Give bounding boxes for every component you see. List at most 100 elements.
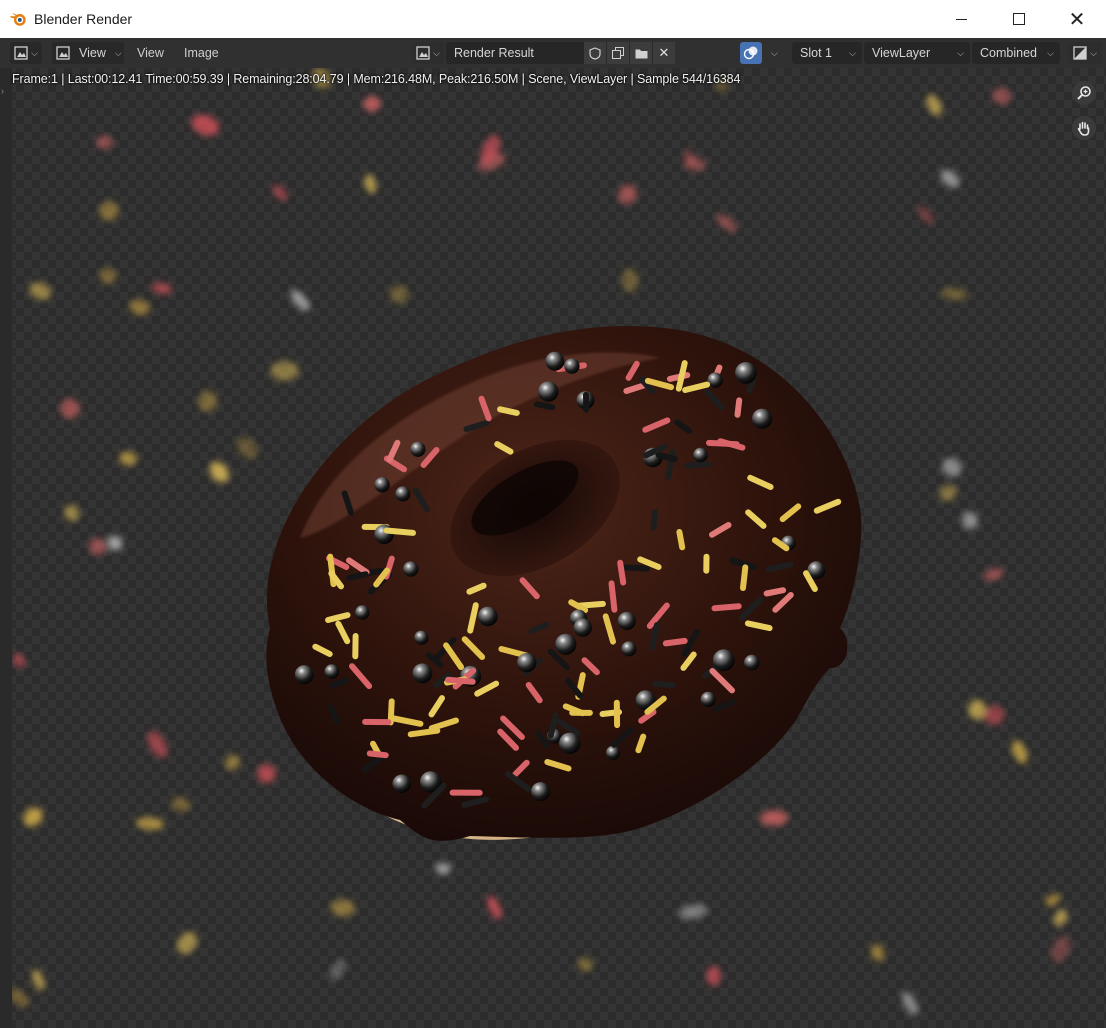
silver-ball-sprinkle: [403, 561, 419, 577]
display-mode-button[interactable]: ⌵: [1068, 42, 1102, 64]
rod-sprinkle: [445, 676, 476, 685]
bokeh-sprinkle: [129, 299, 151, 316]
rod-sprinkle: [366, 750, 389, 759]
bokeh-sprinkle: [942, 457, 962, 477]
maximize-icon: [1013, 13, 1025, 25]
bokeh-sprinkle: [961, 511, 978, 530]
image-view-icon: [56, 46, 70, 60]
close-icon: ✕: [1068, 8, 1086, 31]
bokeh-sprinkle: [901, 991, 919, 1016]
bokeh-sprinkle: [272, 184, 288, 201]
view-layer-dropdown[interactable]: ViewLayer ⌵: [864, 42, 970, 64]
zoom-button[interactable]: [1072, 81, 1096, 105]
display-channels-button[interactable]: ⌵: [740, 42, 778, 64]
view-mode-label: View: [79, 46, 106, 60]
bokeh-sprinkle: [938, 484, 958, 501]
silver-ball-sprinkle: [573, 618, 592, 637]
image-display-icon: [1073, 46, 1087, 60]
rod-sprinkle: [655, 452, 678, 463]
silver-ball-sprinkle: [555, 633, 577, 655]
bokeh-sprinkle: [147, 731, 168, 758]
silver-ball-sprinkle: [545, 351, 565, 371]
minimize-button[interactable]: [932, 0, 990, 38]
render-pass-label: Combined: [980, 46, 1037, 60]
bokeh-sprinkle: [940, 169, 960, 188]
bokeh-sprinkle: [135, 817, 165, 830]
chevron-down-icon: ⌵: [771, 47, 778, 58]
window-titlebar: Blender Render ✕: [0, 0, 1106, 38]
minimize-icon: [955, 18, 967, 20]
silver-ball-sprinkle: [392, 774, 412, 794]
silver-ball-sprinkle: [410, 441, 426, 457]
rod-sprinkle: [652, 681, 676, 689]
render-viewport[interactable]: › Frame:1 | Last:00:12.41 Time:00:59.39 …: [0, 68, 1106, 1028]
silver-ball-sprinkle: [374, 524, 394, 545]
bokeh-sprinkle: [209, 461, 229, 483]
chevron-down-icon: ⌵: [1047, 47, 1054, 58]
silver-ball-sprinkle: [564, 358, 580, 374]
silver-ball-sprinkle: [414, 630, 429, 645]
chevron-down-icon: ⌵: [433, 47, 440, 58]
rod-sprinkle: [407, 727, 441, 738]
bokeh-sprinkle: [99, 267, 117, 285]
toolbar-collapsed-strip[interactable]: ›: [0, 68, 12, 1028]
silver-ball-sprinkle: [517, 653, 537, 673]
duplicate-image-button[interactable]: [606, 42, 629, 64]
rod-sprinkle: [711, 603, 742, 612]
chevron-down-icon: ⌵: [114, 47, 122, 58]
rod-sprinkle: [608, 580, 618, 613]
browse-image-button[interactable]: ⌵: [412, 42, 444, 64]
menu-image[interactable]: Image: [184, 42, 219, 64]
slot-dropdown[interactable]: Slot 1 ⌵: [792, 42, 862, 64]
silver-ball-sprinkle: [621, 641, 637, 657]
bokeh-sprinkle: [119, 451, 137, 466]
menu-view[interactable]: View: [137, 42, 164, 64]
fake-user-button[interactable]: [584, 42, 606, 64]
rod-sprinkle: [684, 461, 712, 469]
expand-arrow-icon: ›: [1, 86, 4, 96]
bokeh-sprinkle: [32, 969, 45, 991]
maximize-button[interactable]: [990, 0, 1048, 38]
bokeh-sprinkle: [621, 268, 639, 293]
silver-ball-sprinkle: [374, 477, 390, 493]
bokeh-sprinkle: [1045, 893, 1061, 906]
view-mode-dropdown[interactable]: View ⌵: [52, 42, 124, 64]
rod-sprinkle: [497, 406, 520, 416]
bokeh-sprinkle: [1053, 909, 1068, 926]
silver-ball-sprinkle: [712, 649, 735, 672]
silver-ball-sprinkle: [693, 447, 708, 463]
rod-sprinkle: [676, 529, 686, 551]
image-name-field[interactable]: Render Result: [446, 42, 584, 64]
silver-ball-sprinkle: [606, 745, 621, 760]
close-icon: ✕: [658, 45, 670, 60]
bokeh-sprinkle: [191, 114, 220, 136]
silver-ball-sprinkle: [538, 381, 559, 402]
bokeh-sprinkle: [64, 504, 80, 522]
bokeh-sprinkle: [435, 862, 451, 875]
shield-icon: [589, 46, 601, 60]
render-pass-dropdown[interactable]: Combined ⌵: [972, 42, 1060, 64]
editor-type-selector[interactable]: ⌵: [10, 42, 42, 64]
silver-ball-sprinkle: [617, 611, 636, 631]
open-image-button[interactable]: [629, 42, 652, 64]
zoom-icon: [1077, 86, 1091, 100]
bokeh-sprinkle: [364, 174, 377, 194]
bokeh-sprinkle: [198, 391, 218, 412]
silver-ball-sprinkle: [395, 486, 411, 502]
silver-ball-sprinkle: [412, 663, 433, 684]
silver-ball-sprinkle: [752, 408, 773, 429]
bokeh-sprinkle: [99, 201, 119, 221]
pan-button[interactable]: [1072, 116, 1096, 140]
bokeh-sprinkle: [23, 807, 43, 827]
hand-pan-icon: [1077, 121, 1090, 136]
close-button[interactable]: ✕: [1048, 0, 1106, 38]
bokeh-sprinkle: [1012, 740, 1028, 764]
bokeh-sprinkle: [363, 96, 381, 112]
silver-ball-sprinkle: [735, 362, 757, 384]
bokeh-sprinkle: [759, 810, 789, 826]
bokeh-sprinkle: [577, 957, 593, 972]
image-editor-header: ⌵ View ⌵ View Image ⌵ Render Result ✕ ⌵ …: [0, 38, 1106, 68]
bokeh-sprinkle: [706, 966, 721, 986]
blender-logo-icon: [9, 12, 26, 26]
unlink-image-button[interactable]: ✕: [652, 42, 675, 64]
